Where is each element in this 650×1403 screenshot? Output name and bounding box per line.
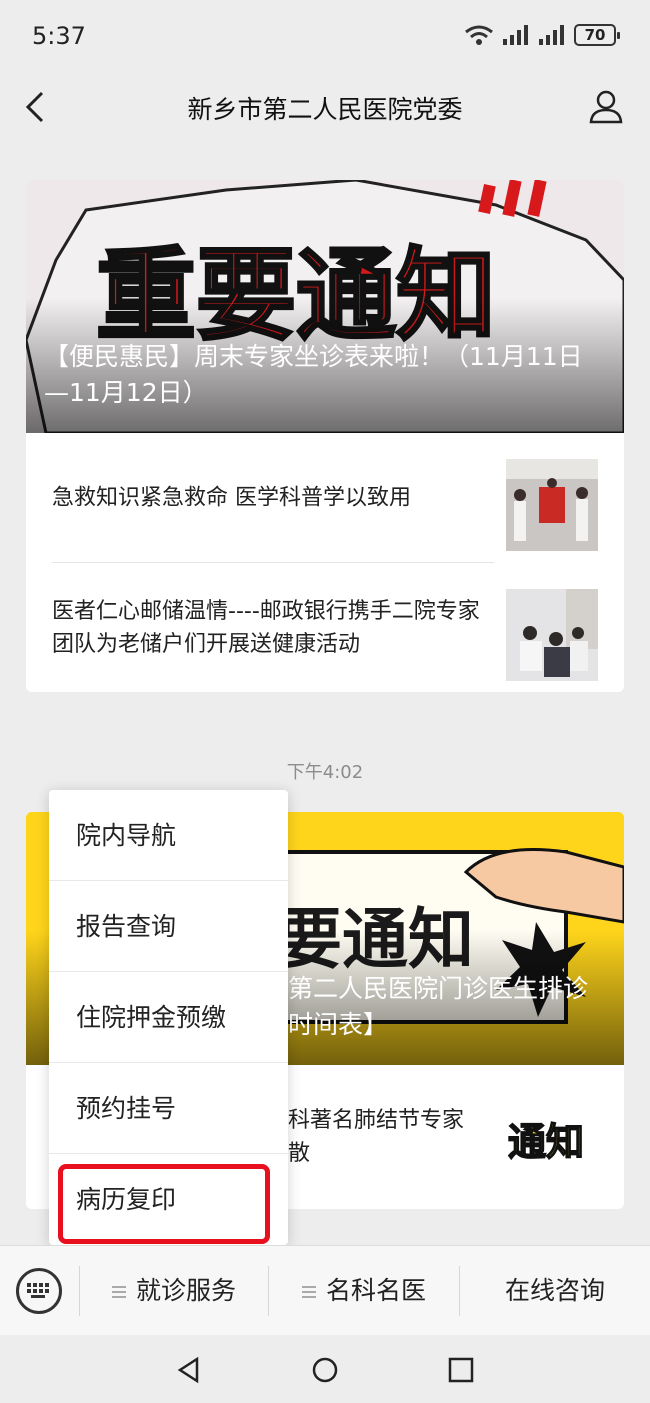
page-title: 新乡市第二人民医院党委: [187, 95, 463, 124]
wifi-icon: [465, 25, 493, 45]
article-title: 科著名肺结节专家 散: [288, 1108, 465, 1166]
article-thumbnail: [506, 589, 598, 681]
recents-square-icon[interactable]: [447, 1356, 475, 1384]
menu-tab-medical-services[interactable]: 就诊服务: [80, 1246, 268, 1336]
bottom-menu-bar: 就诊服务 名科名医 在线咨询: [0, 1245, 650, 1335]
battery-indicator: 70: [574, 24, 620, 46]
menu-tab-famous-doctors[interactable]: 名科名医: [269, 1246, 459, 1336]
submenu-lines-icon: [301, 1286, 316, 1298]
profile-icon[interactable]: [588, 88, 624, 124]
status-time: 5:37: [32, 22, 86, 50]
article-card: 重要通知 【便民惠民】周末专家坐诊表来啦！（11月11日—11月12日） 急救知…: [26, 180, 624, 692]
hero-title: 【便民惠民】周末专家坐诊表来啦！（11月11日—11月12日）: [44, 342, 583, 407]
keyboard-icon: [27, 1283, 49, 1298]
home-circle-icon[interactable]: [311, 1356, 339, 1384]
keyboard-toggle-button[interactable]: [16, 1268, 62, 1314]
menu-item-deposit-prepay[interactable]: 住院押金预缴: [49, 972, 288, 1063]
menu-tab-online-consult[interactable]: 在线咨询: [460, 1246, 650, 1336]
hero-title: 第二人民医院门诊医生排诊时间表】: [288, 974, 589, 1039]
article-title: 医者仁心邮储温情----邮政银行携手二院专家团队为老储户们开展送健康活动: [52, 599, 480, 657]
article-title: 急救知识紧急救命 医学科普学以致用: [52, 485, 411, 511]
article-row[interactable]: 急救知识紧急救命 医学科普学以致用: [26, 433, 624, 563]
menu-item-appointment[interactable]: 预约挂号: [49, 1063, 288, 1154]
system-nav-bar: [0, 1336, 650, 1403]
article-thumbnail: 通知: [506, 1095, 598, 1187]
hero-article[interactable]: 重要通知 【便民惠民】周末专家坐诊表来啦！（11月11日—11月12日）: [26, 180, 624, 433]
highlight-box: [58, 1164, 270, 1244]
back-triangle-icon[interactable]: [175, 1356, 203, 1384]
status-bar: 5:37 70: [0, 0, 650, 72]
message-timestamp: 下午4:02: [286, 762, 364, 783]
svg-text:通知: 通知: [508, 1120, 584, 1164]
menu-item-hospital-navigation[interactable]: 院内导航: [49, 790, 288, 881]
signal-icon: [503, 25, 528, 45]
article-thumbnail: [506, 459, 598, 551]
signal-icon-2: [539, 25, 564, 45]
article-row[interactable]: 医者仁心邮储温情----邮政银行携手二院专家团队为老储户们开展送健康活动: [26, 563, 624, 692]
status-icons: 70: [464, 24, 620, 46]
menu-item-report-query[interactable]: 报告查询: [49, 881, 288, 972]
nav-bar: 新乡市第二人民医院党委: [0, 72, 650, 142]
submenu-lines-icon: [111, 1286, 126, 1298]
